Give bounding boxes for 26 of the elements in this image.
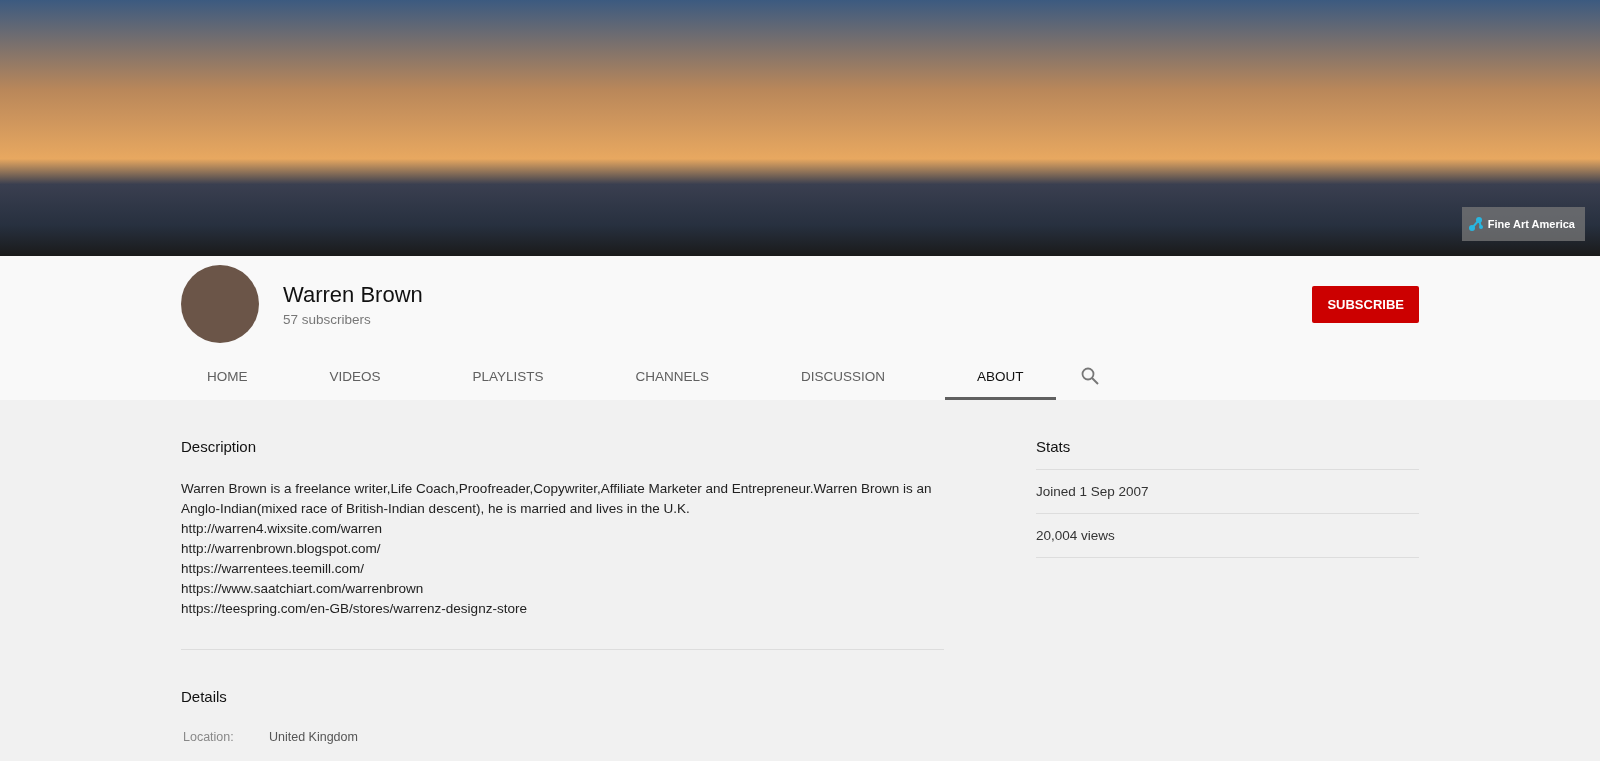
section-heading: Description (181, 437, 258, 455)
channel-tab[interactable]: HOME (181, 352, 274, 400)
stat-text: Joined 1 Sep 2007 (1036, 484, 1149, 499)
detail-value: United Kingdom (269, 730, 358, 744)
stat-text: 20,004 views (1036, 528, 1115, 543)
section-heading: Stats (1036, 400, 1419, 470)
channel-tab[interactable]: CHANNELS (603, 352, 742, 400)
channel-tab[interactable]: VIDEOS (297, 352, 413, 400)
link-badge[interactable]: Fine Art America (1461, 207, 1585, 241)
badge-label: Fine Art America (1487, 218, 1575, 230)
search-icon[interactable] (1080, 367, 1099, 385)
subscriber-count: 57 subscribers (283, 311, 372, 327)
description-link[interactable]: http://warrenbrown.blogspot.com/ (181, 541, 381, 556)
detail-label: Location: (182, 730, 235, 744)
channel-tab[interactable]: PLAYLISTS (440, 352, 576, 400)
subscribe-button[interactable]: SUBSCRIBE (1312, 285, 1419, 323)
channel-name: Warren Brown (283, 281, 424, 308)
channel-tab[interactable]: DISCUSSION (769, 352, 918, 400)
description-link[interactable]: https://www.saatchiart.com/warrenbrown (181, 581, 424, 596)
molecule-icon (1467, 216, 1484, 232)
channel-tab[interactable]: ABOUT (945, 352, 1056, 400)
description-link[interactable]: https://teespring.com/en-GB/stores/warrenz-designz-store (181, 601, 527, 616)
description-link[interactable]: https://warrentees.teemill.com/ (181, 561, 365, 576)
section-heading: Details (181, 687, 228, 705)
description-link[interactable]: http://warren4.wixsite.com/warren (181, 521, 383, 536)
description-text: Warren Brown is a freelance writer,Life Coach,Proofreader,Copywriter,Affiliate Marketer and Entrepreneur.Warren Brown is an Anglo-Indian(mixed race of British-Indian descent), he is married and lives in the U.K. (181, 480, 933, 518)
